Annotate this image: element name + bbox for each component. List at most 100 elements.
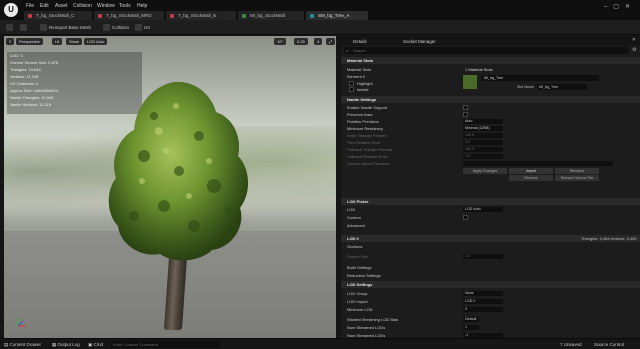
tab-static-mesh[interactable]: SM_bg_Tree_A xyxy=(306,11,368,20)
save-button[interactable] xyxy=(6,23,15,32)
stat-line: UV Channels: 1 xyxy=(10,81,39,86)
remove-button[interactable]: Remove xyxy=(509,175,553,181)
enable-nanite-checkbox[interactable] xyxy=(463,105,468,110)
viewport-options-button[interactable]: ≡ xyxy=(6,38,15,45)
tab-texture-mro[interactable]: T_bg_StockWall_MRO xyxy=(94,11,164,20)
window-controls[interactable]: –▢✕ xyxy=(604,3,636,10)
tab-texture-n[interactable]: T_bg_StockWall_N xyxy=(166,11,236,20)
unsaved-button[interactable]: 7 Unsaved xyxy=(560,341,582,348)
fallback-relative-error-input[interactable]: 1.0 xyxy=(463,154,503,159)
camera-speed-value[interactable]: 4 xyxy=(314,38,323,45)
tab-details[interactable]: Details xyxy=(343,37,367,46)
stat-line: Triangles: 10,944 xyxy=(10,67,41,72)
tab-texture-c[interactable]: T_bg_StockWall_C xyxy=(24,11,92,20)
import-button[interactable]: Import xyxy=(509,168,553,174)
menu-help[interactable]: Help xyxy=(137,3,147,9)
content-drawer-button[interactable]: ▤ Content Drawer xyxy=(4,341,41,348)
position-precision-select[interactable]: Auto xyxy=(463,119,503,124)
settings-gear-icon[interactable]: ⚙ xyxy=(632,47,636,53)
row-trim-relative-error: Trim Relative Error 0.0 xyxy=(341,139,640,146)
menu-tools[interactable]: Tools xyxy=(119,3,131,9)
tree-canopy xyxy=(108,81,249,261)
texture-icon xyxy=(98,14,102,18)
static-mesh-icon xyxy=(310,14,314,18)
search-icon: ⌕ xyxy=(346,48,349,53)
streaming-lod-bias-select[interactable]: Default xyxy=(463,317,479,322)
save-icon xyxy=(6,24,13,32)
num-streamed-lods-input[interactable]: 1 xyxy=(463,325,479,330)
source-control-button[interactable]: Source Control xyxy=(594,341,624,348)
source-import-filename-input[interactable] xyxy=(463,161,613,166)
preserve-area-checkbox[interactable] xyxy=(463,112,468,117)
lod-button[interactable]: LOD Auto xyxy=(84,38,108,45)
fallback-triangle-percent-input[interactable]: 100.0 xyxy=(463,147,503,152)
menu-edit[interactable]: Edit xyxy=(40,3,49,9)
reimport-nanite-button[interactable]: Reimport xyxy=(555,168,599,174)
stat-line: Current Screen Size: 0.676 xyxy=(10,60,59,65)
row-enable-nanite: Enable Nanite Support xyxy=(341,104,640,111)
row-reduction-settings[interactable]: Reduction Settings xyxy=(341,272,640,279)
details-tab-bar: Details Socket Manager ✕ xyxy=(341,36,640,46)
menu-collision[interactable]: Collision xyxy=(73,3,92,9)
menu-window[interactable]: Window xyxy=(97,3,115,9)
tab-socket-manager[interactable]: Socket Manager xyxy=(393,37,436,46)
apply-changes-button[interactable]: Apply Changes xyxy=(463,168,507,174)
section-material-slots[interactable]: Material Slots xyxy=(341,57,640,64)
cmd-button[interactable]: ▣ Cmd xyxy=(88,341,103,348)
row-minimum-lod: Minimum LOD 0 xyxy=(341,306,640,313)
row-num-streamed-lods: Num Streamed LODs 1 xyxy=(341,324,640,331)
lod-group-select[interactable]: None xyxy=(463,291,503,296)
row-advanced[interactable]: Advanced xyxy=(341,222,640,229)
minimum-lod-input[interactable]: 0 xyxy=(463,307,503,312)
section-lod-picker[interactable]: LOD Picker xyxy=(341,198,640,205)
menu-file[interactable]: File xyxy=(26,3,34,9)
close-icon[interactable]: ✕ xyxy=(632,37,636,43)
row-lod-import: LOD Import LOD 0 xyxy=(341,298,640,305)
folder-icon xyxy=(20,24,27,32)
unreal-logo-icon[interactable]: U xyxy=(4,3,18,17)
show-button[interactable]: Show xyxy=(66,38,83,45)
tab-material-instance[interactable]: MI_bg_StockWall xyxy=(238,11,304,20)
section-nanite[interactable]: Nanite Settings xyxy=(341,96,640,103)
viewport[interactable]: ≡ Perspective Lit Show LOD Auto 10° 0.25… xyxy=(4,36,336,338)
remove-source-file-button[interactable]: Remove Source File xyxy=(555,175,599,181)
lit-button[interactable]: Lit xyxy=(52,38,63,45)
collision-button[interactable]: Collision xyxy=(103,23,129,32)
row-custom: Custom xyxy=(341,214,640,221)
title-bar: U File Edit Asset Collision Window Tools… xyxy=(0,0,640,20)
screen-size-input[interactable]: 1.0 xyxy=(463,254,503,259)
stat-line: Approx Size: 448x330x524 xyxy=(10,88,58,93)
row-build-settings[interactable]: Build Settings xyxy=(341,264,640,271)
browse-button[interactable] xyxy=(20,23,29,32)
maximize-icon[interactable]: ⤢ xyxy=(326,38,336,45)
lod-import-select[interactable]: LOD 0 xyxy=(463,299,503,304)
angle-snap-value[interactable]: 10° xyxy=(274,38,287,45)
section-lod-settings[interactable]: LOD Settings xyxy=(341,281,640,288)
lod-select[interactable]: LOD Auto xyxy=(463,207,503,212)
reimport-button[interactable]: Reimport Base Mesh xyxy=(40,23,91,32)
isolate-checkbox[interactable] xyxy=(349,87,354,92)
perspective-button[interactable]: Perspective xyxy=(16,38,43,45)
texture-icon xyxy=(170,14,174,18)
uv-button[interactable]: UV xyxy=(135,23,150,32)
menu-asset[interactable]: Asset xyxy=(55,3,68,9)
asset-toolbar: Reimport Base Mesh Collision UV xyxy=(0,20,640,35)
section-lod0[interactable]: LOD 0 Triangles: 3,464 Vertices: 3,406 xyxy=(341,235,640,242)
material-icon xyxy=(242,14,246,18)
row-isolate: Isolate xyxy=(341,86,640,93)
stat-line: Nanite Triangles: 10,944 xyxy=(10,95,54,100)
slot-name-input[interactable]: MI_bg_Tree xyxy=(537,84,587,90)
output-log-button[interactable]: ▦ Output Log xyxy=(52,341,80,348)
console-command-input[interactable]: Enter Console Command xyxy=(110,341,220,348)
scale-snap-value[interactable]: 0.25 xyxy=(294,38,308,45)
keep-triangle-percent-input[interactable]: 100.0 xyxy=(463,133,503,138)
minimum-residency-select[interactable]: Minimal (32KB) xyxy=(463,126,503,131)
trim-relative-error-input[interactable]: 0.0 xyxy=(463,140,503,145)
reimport-icon xyxy=(40,24,47,32)
custom-checkbox[interactable] xyxy=(463,215,468,220)
texture-icon xyxy=(28,14,32,18)
lod0-vertices: Vertices: 3,406 xyxy=(610,236,637,241)
details-search-input[interactable]: Search xyxy=(344,47,629,54)
row-lod-group: LOD Group None xyxy=(341,290,640,297)
row-sections[interactable]: Sections xyxy=(341,243,640,250)
